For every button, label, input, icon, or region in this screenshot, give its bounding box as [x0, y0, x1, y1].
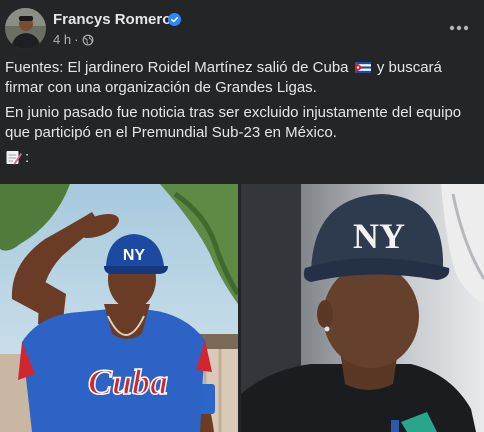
post-paragraph-1: Fuentes: El jardinero Roidel Martínez sa…	[5, 58, 479, 97]
memo-icon	[6, 151, 22, 165]
avatar[interactable]	[5, 8, 46, 49]
memo-line: :	[5, 148, 479, 168]
post-paragraph-2: En junio pasado fue noticia tras ser exc…	[5, 104, 462, 141]
memo-suffix: :	[25, 149, 30, 166]
jersey-text: Cuba	[88, 362, 168, 402]
meta-separator: ·	[74, 32, 79, 47]
post-header: Francys Romero 4 h ·	[5, 6, 479, 52]
paragraph-1-part-a: Fuentes: El jardinero Roidel Martínez sa…	[5, 59, 349, 76]
verified-badge-icon	[168, 13, 181, 26]
cuba-flag-icon	[354, 62, 371, 73]
post-meta: 4 h ·	[53, 32, 94, 48]
post-text: Fuentes: El jardinero Roidel Martínez sa…	[5, 58, 479, 168]
facebook-post: Francys Romero 4 h · Fuentes: El jardine…	[0, 0, 484, 432]
post-timestamp[interactable]: 4 h	[53, 32, 71, 48]
globe-icon[interactable]	[82, 34, 94, 46]
cap-logo-2: NY	[353, 216, 405, 256]
post-photo-2[interactable]: NY	[241, 184, 484, 432]
more-options-icon	[449, 25, 469, 31]
post-photo-1[interactable]: NY Cuba	[0, 184, 238, 432]
cap-logo-1: NY	[123, 247, 146, 264]
photo-grid: NY Cuba NY	[0, 184, 484, 432]
more-options-button[interactable]	[441, 14, 477, 42]
author-name[interactable]: Francys Romero	[53, 11, 171, 29]
